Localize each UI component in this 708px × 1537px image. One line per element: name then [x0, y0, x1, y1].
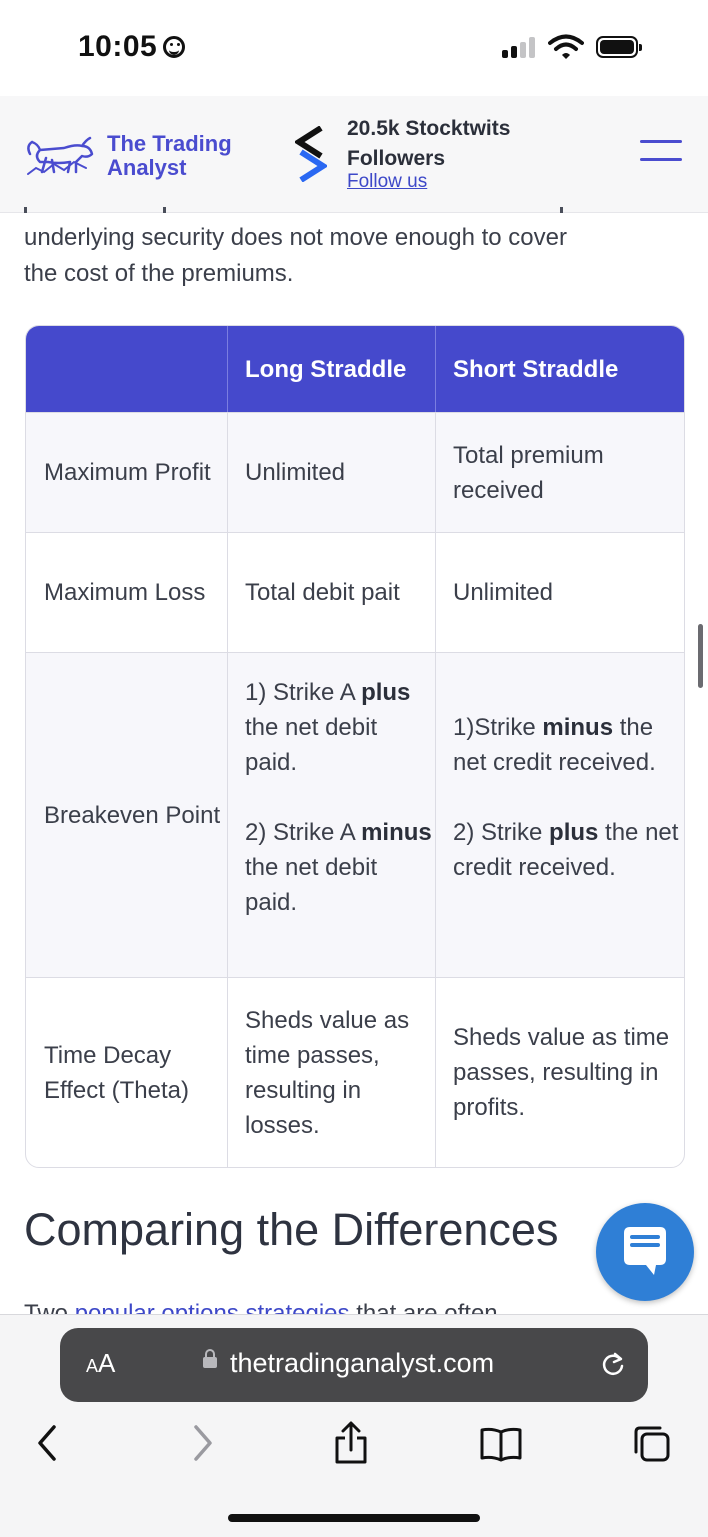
logo-line-1: The Trading	[107, 131, 232, 156]
intro-line-1: underlying security does not move enough…	[24, 224, 567, 251]
section-heading: Comparing the Differences	[24, 1204, 559, 1255]
status-time: 10:05	[78, 30, 158, 63]
follow-us-link[interactable]: Follow us	[347, 171, 427, 193]
cellular-signal-icon	[502, 36, 542, 58]
url-text[interactable]: thetradinganalyst.com	[230, 1348, 494, 1379]
short-straddle-cell: Sheds value as time passes, resulting in…	[435, 978, 684, 1167]
breakeven-point-1: 1)Strike minus the net credit received.	[453, 714, 656, 776]
intro-paragraph: underlying security does not move enough…	[24, 220, 674, 292]
row-label: Time Decay Effect (Theta)	[44, 1041, 189, 1104]
chat-button[interactable]	[596, 1203, 694, 1301]
bull-logo-icon[interactable]	[24, 132, 96, 178]
breakeven-point-1: 1) Strike A plus the net debit paid.	[245, 679, 411, 776]
row-label: Maximum Profit	[44, 459, 211, 486]
bookmarks-icon[interactable]	[478, 1426, 524, 1462]
home-indicator[interactable]	[228, 1514, 480, 1522]
reload-icon[interactable]	[598, 1350, 628, 1380]
forward-icon[interactable]	[190, 1424, 216, 1462]
stocktwits-logo-icon[interactable]	[295, 126, 327, 182]
partial-paragraph: Two popular options strategies that are …	[24, 1296, 498, 1314]
chat-bubble-icon	[624, 1227, 666, 1275]
reader-settings-button[interactable]: AA	[86, 1348, 115, 1379]
stocktwits-followers: 20.5k Stocktwits Followers	[347, 114, 567, 174]
row-label: Breakeven Point	[44, 801, 221, 829]
breakeven-point-2: 2) Strike plus the net credit received.	[453, 819, 679, 881]
intro-line-2: the cost of the premiums.	[24, 260, 294, 287]
followers-count: 20.5k Stocktwits	[347, 117, 511, 140]
long-straddle-cell: Total debit pait	[227, 533, 435, 652]
smiley-icon	[163, 36, 185, 58]
table-row: Breakeven Point 1) Strike A plus the net…	[26, 652, 684, 977]
table-row: Maximum Loss Total debit pait Unlimited	[26, 532, 684, 652]
table-header-cell	[26, 326, 227, 412]
long-straddle-cell: 1) Strike A plus the net debit paid. 2) …	[227, 653, 435, 977]
short-straddle-cell: Unlimited	[435, 533, 684, 652]
breakeven-point-2: 2) Strike A minus the net debit paid.	[245, 819, 432, 916]
clipped-text-fragment	[163, 207, 166, 213]
battery-icon	[596, 36, 642, 58]
straddle-comparison-table: Long Straddle Short Straddle Maximum Pro…	[25, 325, 685, 1168]
share-icon[interactable]	[333, 1420, 369, 1466]
scrollbar[interactable]	[698, 624, 703, 688]
wifi-icon	[548, 34, 584, 59]
row-label: Maximum Loss	[44, 579, 206, 606]
tabs-icon[interactable]	[630, 1424, 672, 1464]
table-header-row: Long Straddle Short Straddle	[26, 326, 684, 412]
short-straddle-cell: Total premium received	[435, 413, 684, 532]
options-strategies-link[interactable]: popular options strategies	[75, 1300, 350, 1314]
back-icon[interactable]	[34, 1424, 60, 1462]
status-bar: 10:05	[0, 0, 708, 96]
long-straddle-cell: Sheds value as time passes, resulting in…	[227, 978, 435, 1167]
site-logo-text[interactable]: The Trading Analyst	[107, 132, 232, 180]
long-straddle-cell: Unlimited	[227, 413, 435, 532]
table-header-cell: Short Straddle	[435, 326, 684, 412]
lock-icon	[203, 1349, 217, 1368]
followers-label: Followers	[347, 147, 446, 170]
clipped-text-fragment	[560, 207, 563, 213]
table-header-cell: Long Straddle	[227, 326, 435, 412]
logo-line-2: Analyst	[107, 155, 187, 180]
clipped-text-fragment	[24, 207, 27, 213]
table-row: Maximum Profit Unlimited Total premium r…	[26, 412, 684, 532]
hamburger-menu-icon[interactable]	[638, 136, 686, 166]
short-straddle-cell: 1)Strike minus the net credit received. …	[435, 653, 684, 977]
table-row: Time Decay Effect (Theta) Sheds value as…	[26, 977, 684, 1167]
